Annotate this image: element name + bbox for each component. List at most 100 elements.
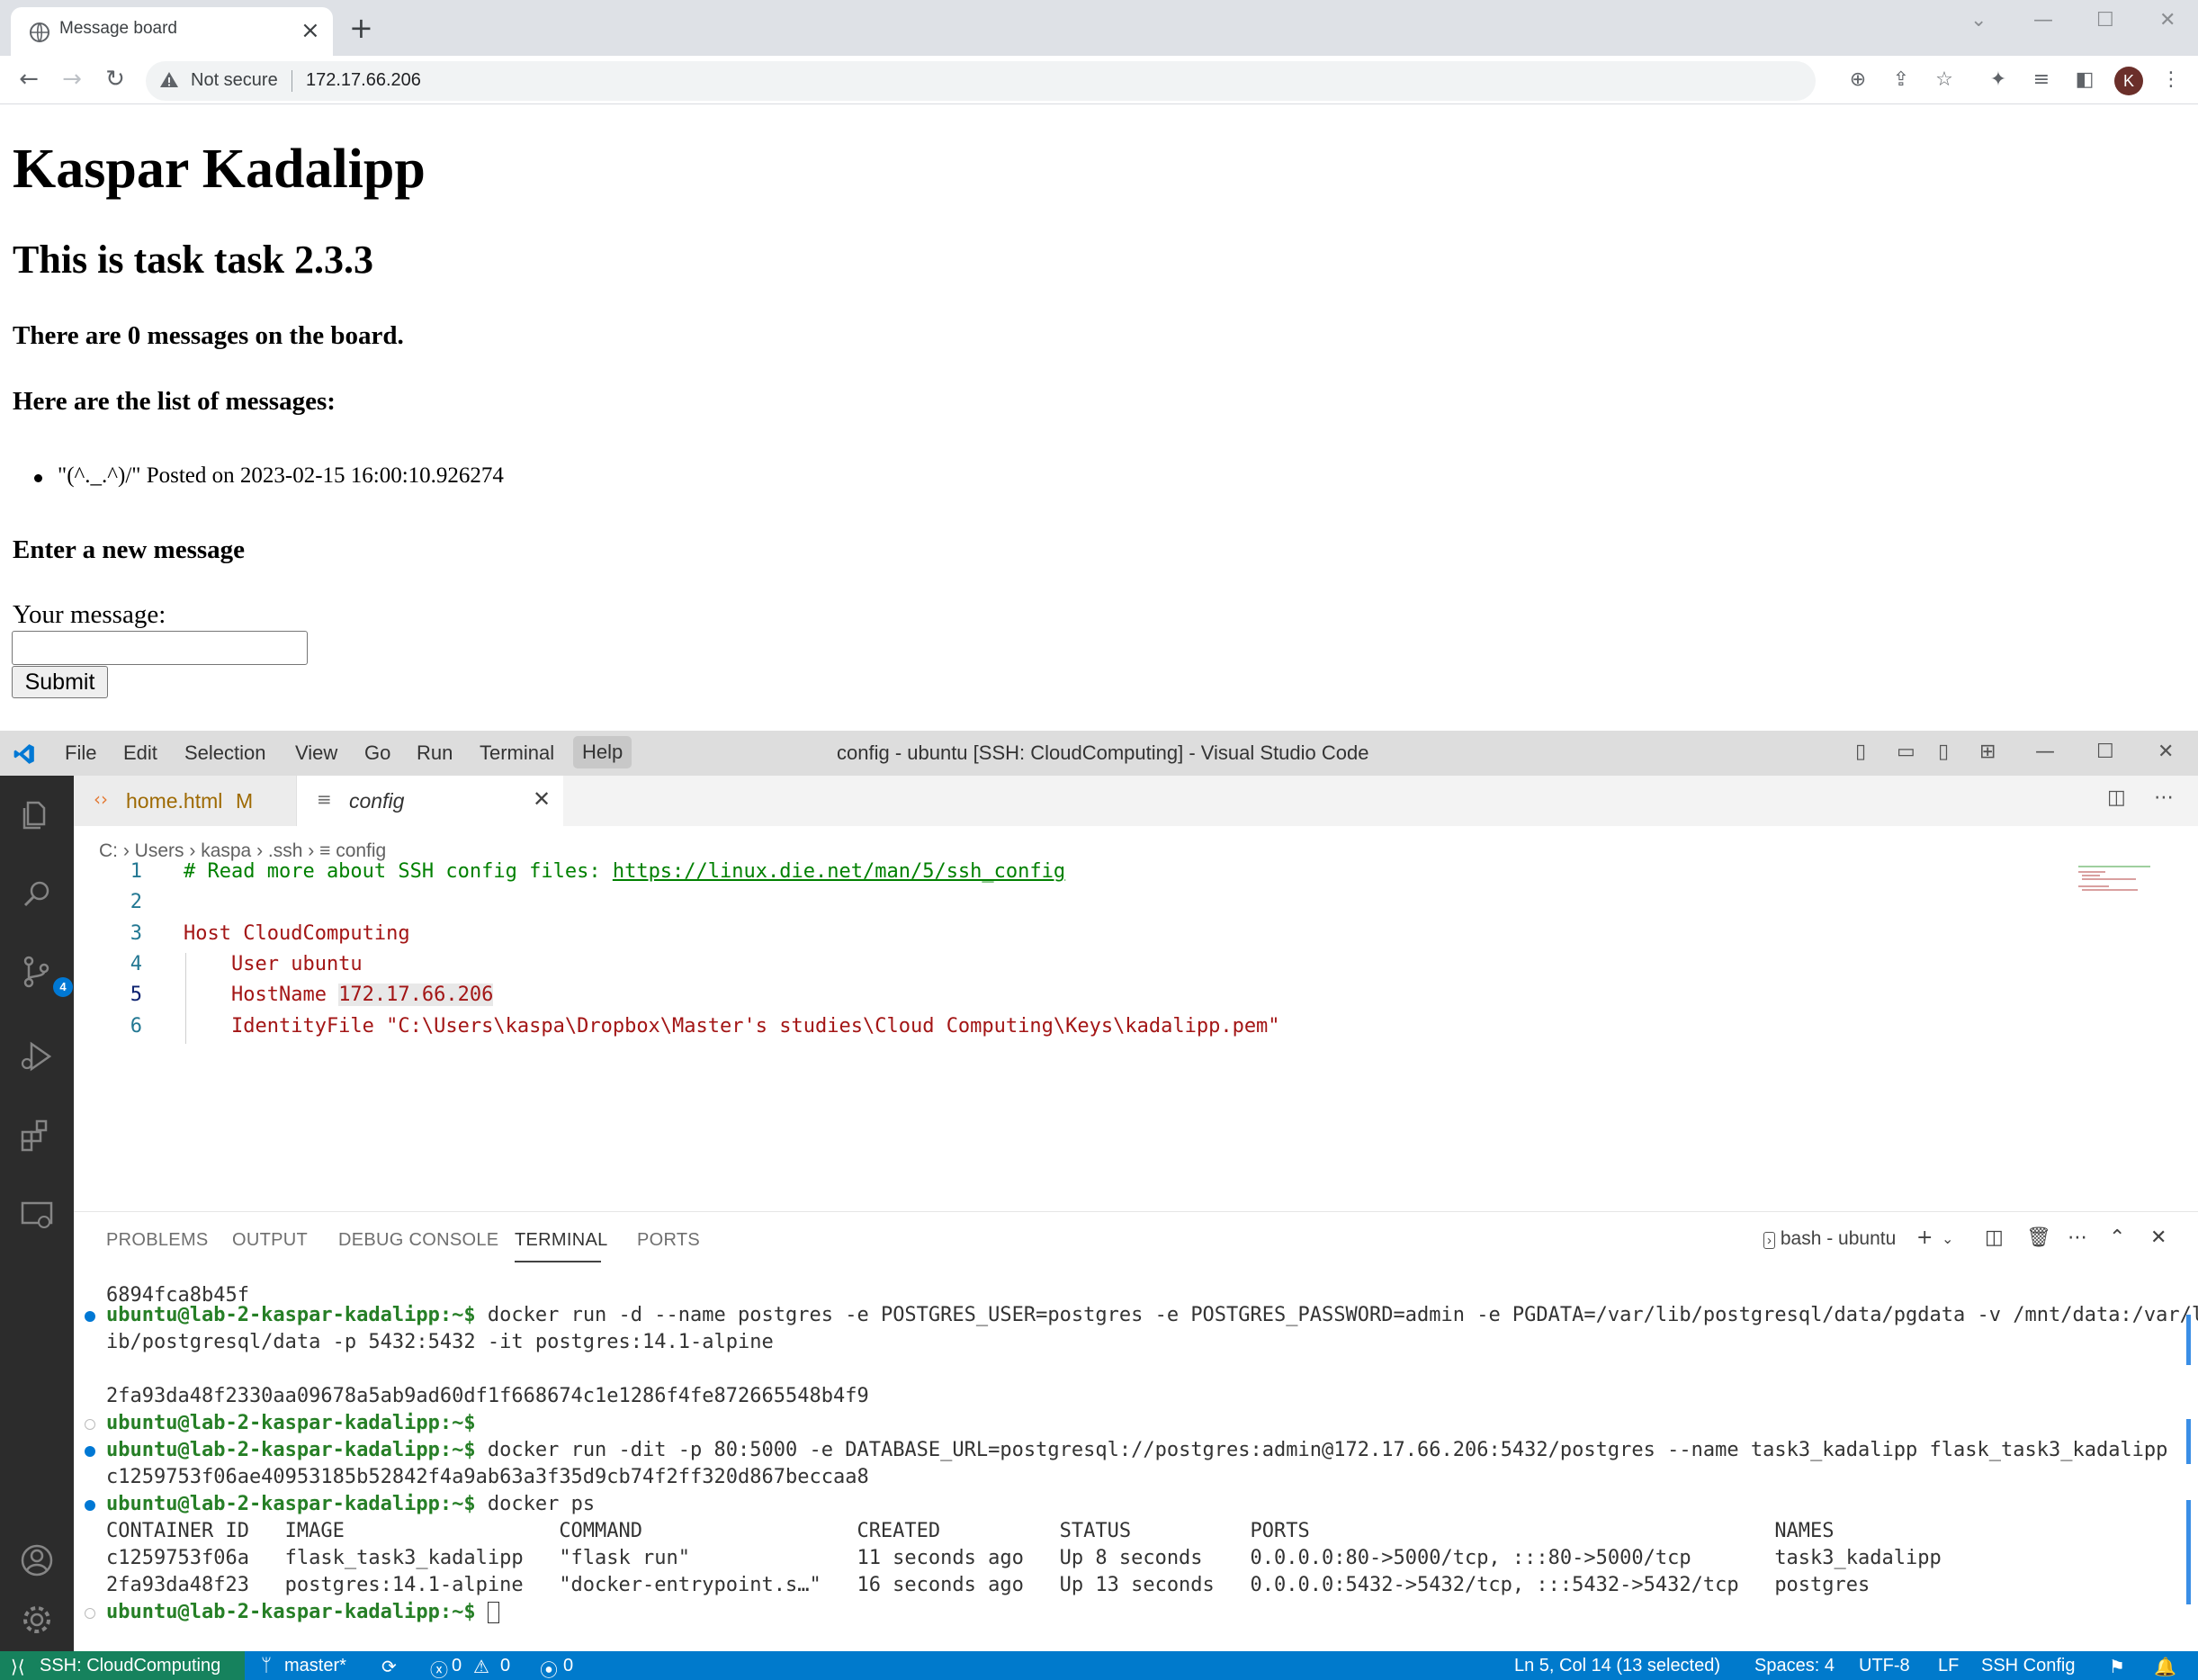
warning-count[interactable]: 0 xyxy=(500,1656,510,1676)
command-success-icon[interactable] xyxy=(85,1311,95,1322)
code-line[interactable]: 3 Host CloudComputing xyxy=(74,922,2143,953)
maximize-panel-icon[interactable]: ⌃ xyxy=(2109,1226,2125,1249)
sync-icon[interactable]: ⟳ xyxy=(381,1656,397,1678)
more-actions-icon[interactable]: ⋯ xyxy=(2154,786,2174,809)
trash-icon[interactable]: 🗑 xyxy=(2026,1226,2051,1249)
command-success-icon[interactable] xyxy=(85,1446,95,1457)
tab-home-html[interactable]: ‹› home.html M xyxy=(74,776,297,826)
profile-avatar[interactable]: K xyxy=(2114,67,2143,95)
command-success-icon[interactable] xyxy=(85,1500,95,1511)
back-arrow-icon[interactable]: ← xyxy=(14,65,43,94)
toggle-panel-icon[interactable]: ▭ xyxy=(1897,741,1915,763)
command-empty-icon[interactable] xyxy=(85,1608,95,1619)
cursor-position[interactable]: Ln 5, Col 14 (13 selected) xyxy=(1514,1656,1720,1676)
close-panel-icon[interactable]: ✕ xyxy=(2150,1226,2167,1249)
split-terminal-icon[interactable]: ◫ xyxy=(1985,1226,2004,1249)
terminal-name[interactable]: › bash - ubuntu xyxy=(1763,1228,1896,1250)
account-icon[interactable] xyxy=(17,1541,57,1580)
tab-config[interactable]: ≡ config ✕ xyxy=(297,776,563,826)
address-bar[interactable]: Not secure 172.17.66.206 xyxy=(146,61,1816,101)
minimap[interactable] xyxy=(2078,864,2177,900)
security-label[interactable]: Not secure xyxy=(191,70,278,91)
warning-icon[interactable] xyxy=(158,69,180,91)
terminal-line: ubuntu@lab-2-kaspar-kadalipp:~$ xyxy=(106,1412,476,1434)
menu-terminal[interactable]: Terminal xyxy=(480,741,554,765)
ports-count[interactable]: 0 xyxy=(563,1656,573,1676)
split-editor-icon[interactable]: ◫ xyxy=(2107,786,2126,809)
menu-file[interactable]: File xyxy=(65,741,96,765)
code-link[interactable]: https://linux.die.net/man/5/ssh_config xyxy=(613,860,1065,883)
explorer-icon[interactable] xyxy=(17,795,57,835)
zoom-icon[interactable]: ⊕ xyxy=(1844,67,1871,94)
menu-edit[interactable]: Edit xyxy=(123,741,157,765)
code-line[interactable]: 1 # Read more about SSH config files: htt… xyxy=(74,860,2143,891)
browser-tab[interactable]: Message board × xyxy=(11,7,333,56)
panel-tab-ports[interactable]: PORTS xyxy=(637,1230,700,1251)
side-panel-icon[interactable]: ◧ xyxy=(2071,67,2098,94)
more-actions-icon[interactable]: ⋯ xyxy=(2068,1226,2087,1249)
code-editor[interactable]: 1 # Read more about SSH config files: htt… xyxy=(74,857,2198,1044)
language-mode[interactable]: SSH Config xyxy=(1981,1656,2076,1676)
notifications-bell-icon[interactable]: 🔔 xyxy=(2154,1656,2176,1678)
ports-icon[interactable]: ⦿ xyxy=(540,1656,558,1680)
code-line[interactable]: 4 User ubuntu xyxy=(74,953,2143,984)
toggle-sidebar-icon[interactable]: ▯ xyxy=(1855,741,1866,763)
error-icon[interactable]: ⓧ xyxy=(430,1656,448,1680)
more-menu-icon[interactable]: ⋮ xyxy=(2158,67,2185,94)
menu-help[interactable]: Help xyxy=(573,736,632,768)
line-ending[interactable]: LF xyxy=(1938,1656,1959,1676)
code-line[interactable]: 6 IdentityFile "C:\Users\kaspa\Dropbox\M… xyxy=(74,1015,2143,1045)
terminal-output[interactable]: 6894fca8b45f ubuntu@lab-2-kaspar-kadalip… xyxy=(74,1279,2198,1639)
indentation[interactable]: Spaces: 4 xyxy=(1754,1656,1835,1676)
menu-selection[interactable]: Selection xyxy=(184,741,266,765)
forward-arrow-icon[interactable]: → xyxy=(58,65,86,94)
feedback-icon[interactable]: ⚑ xyxy=(2109,1656,2125,1678)
encoding[interactable]: UTF-8 xyxy=(1859,1656,1910,1676)
git-branch[interactable]: master* xyxy=(284,1656,346,1676)
warning-icon[interactable]: ⚠ xyxy=(473,1656,489,1678)
url-text[interactable]: 172.17.66.206 xyxy=(306,70,421,91)
maximize-icon[interactable]: ☐ xyxy=(2096,741,2114,763)
error-count[interactable]: 0 xyxy=(452,1656,462,1676)
media-control-icon[interactable]: ≡ xyxy=(2028,67,2055,94)
run-debug-icon[interactable] xyxy=(17,1037,57,1076)
reload-icon[interactable]: ↻ xyxy=(101,65,130,94)
panel-tab-output[interactable]: OUTPUT xyxy=(232,1230,308,1251)
tab-search-icon[interactable]: ⌄ xyxy=(1970,9,1987,31)
panel-tab-debug-console[interactable]: DEBUG CONSOLE xyxy=(338,1230,498,1251)
minimize-icon[interactable]: — xyxy=(2035,741,2055,763)
code-line[interactable]: 2 xyxy=(74,891,2143,921)
menu-go[interactable]: Go xyxy=(364,741,390,765)
menu-run[interactable]: Run xyxy=(417,741,453,765)
panel-tab-problems[interactable]: PROBLEMS xyxy=(106,1230,209,1251)
submit-button[interactable]: Submit xyxy=(12,666,108,698)
panel-tab-terminal[interactable]: TERMINAL xyxy=(515,1230,608,1251)
list-heading: Here are the list of messages: xyxy=(13,387,336,416)
search-icon[interactable] xyxy=(17,875,57,914)
remote-explorer-icon[interactable] xyxy=(17,1195,57,1235)
bookmark-star-icon[interactable]: ☆ xyxy=(1931,67,1958,94)
code-line[interactable]: 5 HostName 172.17.66.206 xyxy=(74,984,2143,1014)
gear-icon[interactable] xyxy=(17,1600,57,1640)
customize-layout-icon[interactable]: ⊞ xyxy=(1979,741,1996,763)
share-icon[interactable]: ⇪ xyxy=(1888,67,1915,94)
extensions-icon[interactable] xyxy=(17,1116,57,1155)
remote-indicator[interactable]: ⟩⟨ SSH: CloudComputing xyxy=(0,1651,245,1680)
command-empty-icon[interactable] xyxy=(85,1419,95,1430)
minimize-icon[interactable]: — xyxy=(2033,9,2053,31)
close-tab-icon[interactable]: ✕ xyxy=(533,786,551,812)
source-control-item[interactable]: 4 xyxy=(17,952,73,997)
toggle-secondary-sidebar-icon[interactable]: ▯ xyxy=(1938,741,1949,763)
new-terminal-icon[interactable]: + xyxy=(1916,1226,1933,1249)
close-tab-icon[interactable]: × xyxy=(301,19,320,42)
extensions-icon[interactable]: ✦ xyxy=(1985,67,2012,94)
close-window-icon[interactable]: ✕ xyxy=(2158,741,2174,763)
close-window-icon[interactable]: ✕ xyxy=(2159,9,2176,31)
status-bar: ⟩⟨ SSH: CloudComputing ᛘ master* ⟳ ⓧ 0 ⚠… xyxy=(0,1651,2198,1680)
git-branch-icon[interactable]: ᛘ xyxy=(261,1656,272,1676)
maximize-icon[interactable]: ☐ xyxy=(2096,9,2114,31)
menu-view[interactable]: View xyxy=(295,741,337,765)
new-tab-button[interactable]: + xyxy=(349,13,373,42)
message-input[interactable] xyxy=(12,631,308,665)
chevron-down-icon[interactable]: ⌄ xyxy=(1942,1230,1953,1247)
